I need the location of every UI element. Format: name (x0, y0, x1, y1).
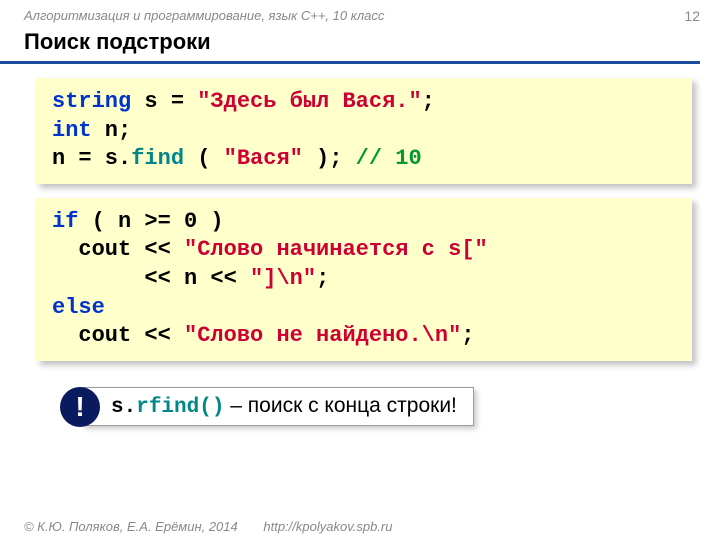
code-text: s = (131, 89, 197, 114)
code-text: cout << (52, 237, 184, 262)
string-literal: "Слово не найдено.\n" (184, 323, 461, 348)
code-line: cout << "Слово не найдено.\n"; (52, 322, 676, 351)
code-text: << n << (52, 266, 250, 291)
slide-title: Поиск подстроки (0, 27, 700, 64)
header-text: Алгоритмизация и программирование, язык … (0, 0, 720, 27)
code-text: ( n >= 0 ) (78, 209, 223, 234)
keyword: int (52, 118, 92, 143)
keyword: else (52, 295, 105, 320)
string-literal: "Вася" (224, 146, 303, 171)
code-text: ; (422, 89, 435, 114)
code-text: n = s. (52, 146, 131, 171)
code-line: else (52, 294, 676, 323)
code-line: int n; (52, 117, 676, 146)
code-text: n; (92, 118, 132, 143)
code-text: cout << (52, 323, 184, 348)
code-text: ); (303, 146, 356, 171)
method: find (131, 146, 184, 171)
footer-url: http://kpolyakov.spb.ru (263, 519, 392, 534)
code-text: ; (461, 323, 474, 348)
exclamation-icon: ! (60, 387, 100, 427)
code-line: << n << "]\n"; (52, 265, 676, 294)
code-line: if ( n >= 0 ) (52, 208, 676, 237)
code-text: s. (111, 396, 136, 419)
string-literal: "]\n" (250, 266, 316, 291)
keyword: if (52, 209, 78, 234)
string-literal: "Здесь был Вася." (197, 89, 421, 114)
note-box: s.rfind() – поиск с конца строки! (82, 387, 474, 426)
code-block-1: string s = "Здесь был Вася."; int n; n =… (36, 78, 692, 184)
comment: // 10 (356, 146, 422, 171)
copyright: © К.Ю. Поляков, Е.А. Ерёмин, 2014 (24, 519, 238, 534)
code-line: cout << "Слово начинается с s[" (52, 236, 676, 265)
footer: © К.Ю. Поляков, Е.А. Ерёмин, 2014 http:/… (24, 519, 392, 534)
string-literal: "Слово начинается с s[" (184, 237, 488, 262)
note-text: – поиск с конца строки! (224, 394, 456, 417)
keyword: string (52, 89, 131, 114)
code-line: n = s.find ( "Вася" ); // 10 (52, 145, 676, 174)
code-line: string s = "Здесь был Вася."; (52, 88, 676, 117)
method: rfind() (136, 396, 224, 419)
page-number: 12 (684, 8, 700, 24)
code-text: ( (184, 146, 224, 171)
code-block-2: if ( n >= 0 ) cout << "Слово начинается … (36, 198, 692, 361)
code-text: ; (316, 266, 329, 291)
note-row: ! s.rfind() – поиск с конца строки! (60, 387, 720, 427)
